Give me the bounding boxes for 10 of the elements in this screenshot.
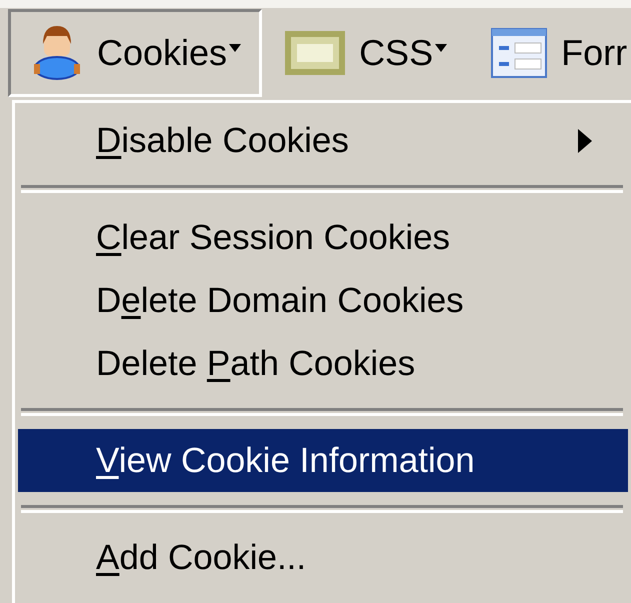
form-icon	[491, 28, 548, 78]
menu-item[interactable]: View Cookie Information	[18, 429, 628, 492]
person-icon	[31, 26, 83, 80]
css-icon	[285, 31, 346, 75]
menu-item[interactable]: Add Cookie...	[18, 526, 628, 589]
menu-item[interactable]: Delete Domain Cookies	[18, 269, 628, 332]
toolbar-button[interactable]: Cookies	[8, 9, 262, 97]
menu-item[interactable]: Delete Path Cookies	[18, 332, 628, 395]
menu-item[interactable]: Clear Session Cookies	[18, 206, 628, 269]
menu-item[interactable]: Disable Cookies	[18, 109, 628, 172]
